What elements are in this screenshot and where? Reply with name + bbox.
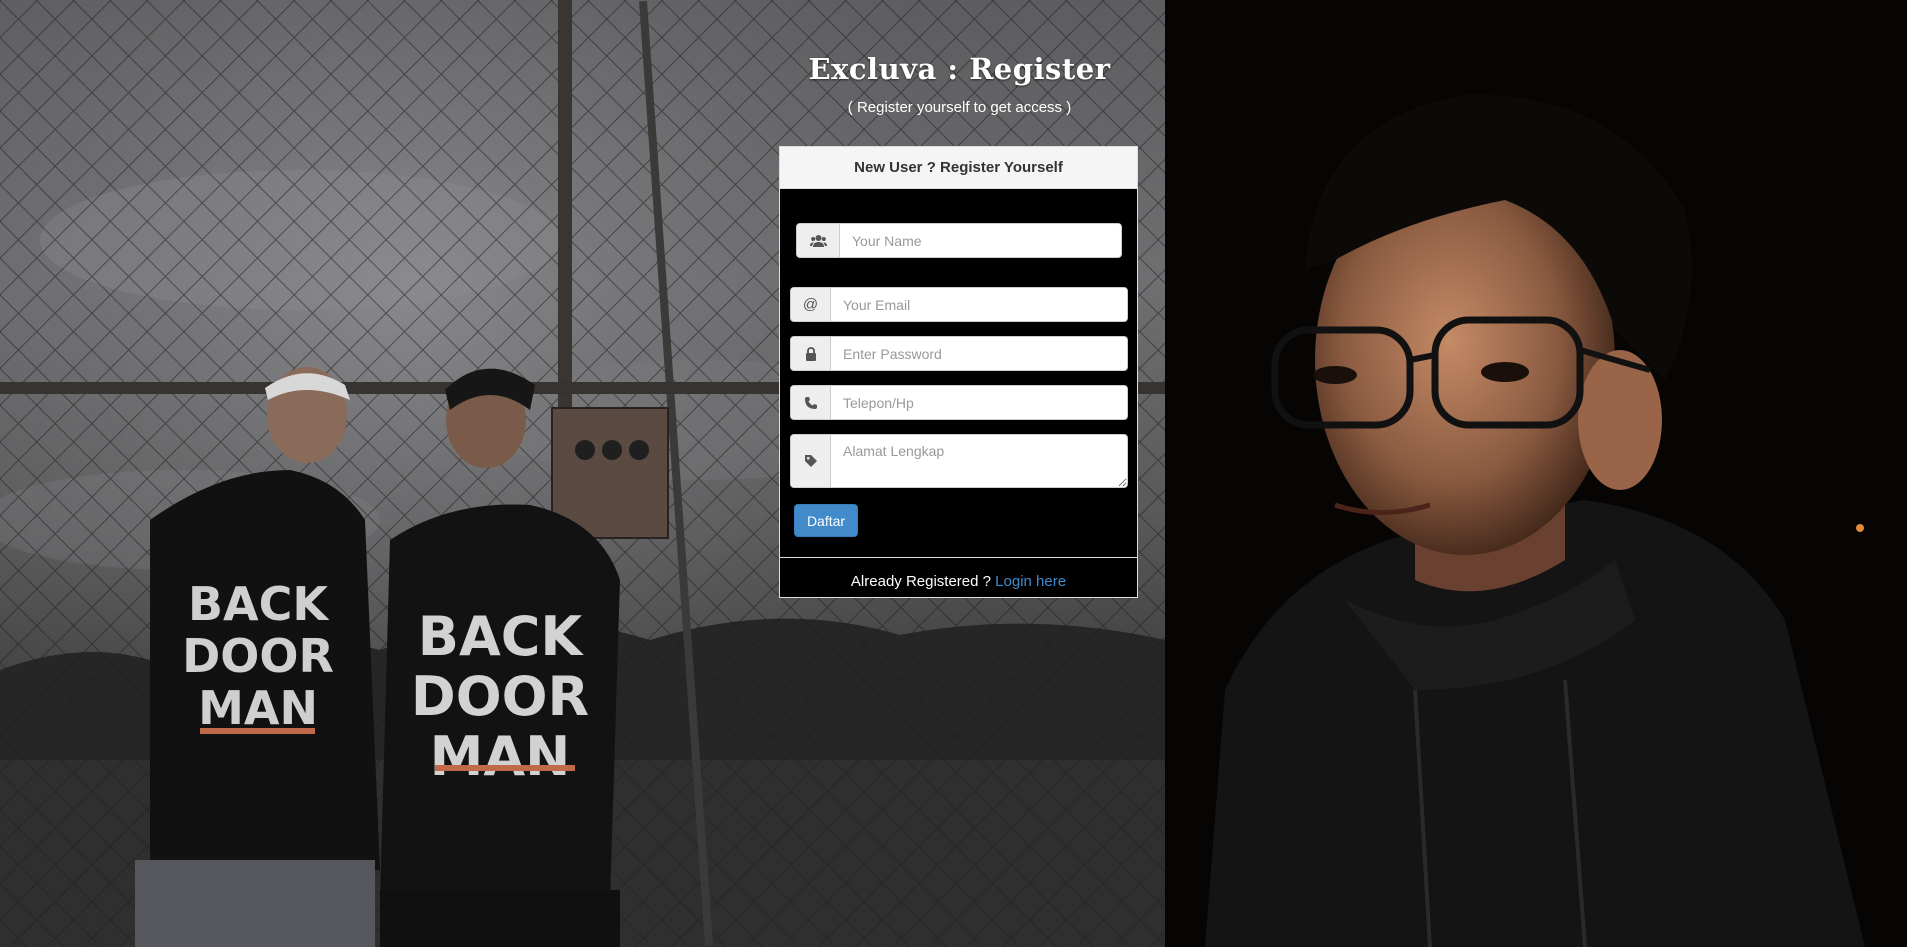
tag-icon <box>791 435 831 487</box>
at-sign-icon: @ <box>791 288 831 321</box>
register-panel: New User ? Register Yourself @ <box>779 146 1138 598</box>
login-link[interactable]: Login here <box>995 573 1066 590</box>
panel-heading: New User ? Register Yourself <box>780 147 1137 189</box>
shirt-print-text: MAN <box>198 681 318 735</box>
page-title: Excluva : Register <box>808 52 1111 86</box>
shirt-print-text: DOOR <box>411 665 589 728</box>
shirt-print-text: DOOR <box>182 629 334 683</box>
password-input[interactable] <box>831 337 1127 370</box>
shirt-print-text: BACK <box>188 577 330 631</box>
portrait-illustration <box>1165 0 1907 947</box>
address-field-group <box>790 434 1128 488</box>
users-icon <box>797 224 840 257</box>
lock-icon <box>791 337 831 370</box>
email-field-group: @ <box>790 287 1128 322</box>
email-input[interactable] <box>831 288 1127 321</box>
shirt-print-text: BACK <box>418 605 585 668</box>
already-registered-text: Already Registered ? <box>850 573 996 590</box>
name-input[interactable] <box>840 224 1121 257</box>
password-field-group <box>790 336 1128 371</box>
background-photo-right <box>1165 0 1907 947</box>
page: BACK DOOR MAN BACK DOOR MAN Excluva: Re… <box>0 0 1907 947</box>
name-field-group <box>796 223 1122 258</box>
phone-field-group <box>790 385 1128 420</box>
panel-footer: Already Registered ? Login here <box>780 557 1137 598</box>
phone-icon <box>791 386 831 419</box>
shirt-print-text: MAN <box>430 725 571 788</box>
daftar-submit-button[interactable]: Daftar <box>794 504 858 537</box>
phone-input[interactable] <box>831 386 1127 419</box>
address-textarea[interactable] <box>831 435 1127 487</box>
page-subtitle: ( Register yourself to get access ) <box>847 99 1072 116</box>
